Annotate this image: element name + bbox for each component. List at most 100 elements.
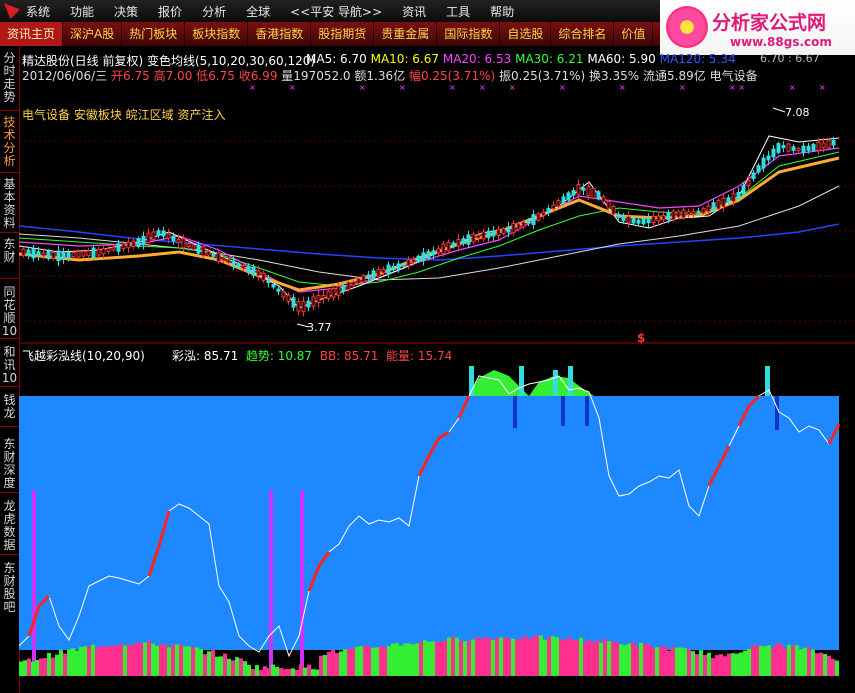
candle-body <box>596 191 601 200</box>
candle-body <box>421 252 426 262</box>
energy-bar <box>355 646 359 676</box>
energy-bar <box>303 667 307 676</box>
energy-bar <box>255 665 259 676</box>
energy-bar <box>643 643 647 676</box>
candle-body <box>796 148 801 152</box>
energy-bar <box>83 646 87 676</box>
energy-bar <box>123 645 127 676</box>
menu-item-analysis[interactable]: 分析 <box>202 3 226 20</box>
energy-bar <box>683 648 687 676</box>
menu-item-function[interactable]: 功能 <box>70 3 94 20</box>
energy-bar <box>27 658 31 676</box>
energy-bar <box>567 637 571 676</box>
side-divider <box>0 426 19 427</box>
energy-bar <box>291 668 295 676</box>
menu-item-global[interactable]: 全球 <box>246 3 270 20</box>
energy-bar <box>499 637 503 676</box>
candle-body <box>441 243 446 255</box>
side-tab-hexun[interactable]: 和讯10 <box>0 346 19 385</box>
energy-bar <box>311 669 315 676</box>
tab-news-home[interactable]: 资讯主页 <box>0 22 64 46</box>
candle-body <box>761 157 766 169</box>
tab-value[interactable]: 价值 <box>614 22 654 46</box>
tab-intl-index[interactable]: 国际指数 <box>437 22 501 46</box>
tab-hk-index[interactable]: 香港指数 <box>248 22 312 46</box>
candle-body <box>606 200 611 209</box>
chart-canvas[interactable]: × × × × × × × × × × × × × × 7.08 3.77 $ <box>19 46 855 693</box>
menu-item-system[interactable]: 系统 <box>26 3 50 20</box>
energy-bar <box>535 635 539 676</box>
energy-bar <box>523 635 527 676</box>
side-tab-eastmoney-forum[interactable]: 东财股吧 <box>0 562 19 614</box>
side-tab-dragon-tiger[interactable]: 龙虎数据 <box>0 500 19 552</box>
side-tab-bar: 分时走势 技术分析 基本资料 东财 同花顺10 和讯10 钱龙 东财深度 龙虎数… <box>0 46 20 693</box>
energy-bar <box>299 664 303 676</box>
candle-body <box>526 220 531 224</box>
energy-bar <box>835 660 839 676</box>
candle-body <box>36 251 41 257</box>
candle-body <box>546 207 551 213</box>
side-tab-eastmoney-depth[interactable]: 东财深度 <box>0 438 19 490</box>
energy-bar <box>167 647 171 676</box>
side-tab-timeshare[interactable]: 分时走势 <box>0 52 19 104</box>
menu-item-pingan-nav[interactable]: <<平安 导航>> <box>290 3 382 20</box>
candle-body <box>216 252 221 263</box>
side-tab-eastmoney[interactable]: 东财 <box>0 238 19 264</box>
tab-index-futures[interactable]: 股指期货 <box>311 22 375 46</box>
menu-item-news[interactable]: 资讯 <box>402 3 426 20</box>
side-divider <box>0 278 19 279</box>
energy-bar <box>59 649 63 676</box>
energy-bar <box>747 649 751 676</box>
candle-body <box>341 285 346 292</box>
candle-body <box>636 219 641 224</box>
side-tab-tonghuashun[interactable]: 同花顺10 <box>0 286 19 338</box>
candle-body <box>276 288 281 292</box>
candle-body <box>91 247 96 258</box>
energy-bar <box>175 644 179 676</box>
candle-body <box>751 172 756 180</box>
tab-ranking[interactable]: 综合排名 <box>551 22 615 46</box>
energy-bar <box>631 642 635 676</box>
tab-watchlist[interactable]: 自选股 <box>500 22 552 46</box>
ma10-line <box>19 156 840 292</box>
energy-bar <box>531 636 535 676</box>
candle-body <box>621 216 626 222</box>
candle-body <box>86 250 91 257</box>
tab-hot-sectors[interactable]: 热门板块 <box>122 22 186 46</box>
energy-bar <box>295 669 299 676</box>
energy-bar <box>551 636 555 676</box>
candle-body <box>176 239 181 243</box>
energy-bar <box>95 648 99 676</box>
candle-body <box>391 265 396 271</box>
candle-body <box>746 179 751 186</box>
energy-bar <box>79 646 83 676</box>
energy-bar <box>51 657 55 676</box>
energy-bar <box>663 646 667 676</box>
tab-a-shares[interactable]: 深沪A股 <box>63 22 123 46</box>
energy-bar <box>431 641 435 676</box>
energy-bar <box>647 644 651 676</box>
energy-bar <box>755 645 759 676</box>
side-tab-fundamentals[interactable]: 基本资料 <box>0 178 19 230</box>
candle-body <box>201 246 206 257</box>
tab-sector-index[interactable]: 板块指数 <box>185 22 249 46</box>
energy-bar <box>147 640 151 676</box>
energy-bar <box>555 637 559 676</box>
brand-name: 分析家公式网 <box>712 12 827 34</box>
tab-precious-metals[interactable]: 贵重金属 <box>374 22 438 46</box>
side-tab-technical[interactable]: 技术分析 <box>0 116 19 168</box>
energy-bar <box>155 645 159 676</box>
candle-body <box>716 200 721 210</box>
menu-item-quote[interactable]: 报价 <box>158 3 182 20</box>
candle-body <box>721 197 726 208</box>
menu-item-tools[interactable]: 工具 <box>446 3 470 20</box>
candle-body <box>601 196 606 203</box>
energy-bar <box>623 645 627 676</box>
menu-item-decision[interactable]: 决策 <box>114 3 138 20</box>
candle-body <box>576 184 581 195</box>
candle-body <box>501 228 506 235</box>
candle-body <box>696 210 701 214</box>
side-tab-qianlong[interactable]: 钱龙 <box>0 394 19 420</box>
energy-bar <box>671 646 675 676</box>
menu-item-help[interactable]: 帮助 <box>490 3 514 20</box>
